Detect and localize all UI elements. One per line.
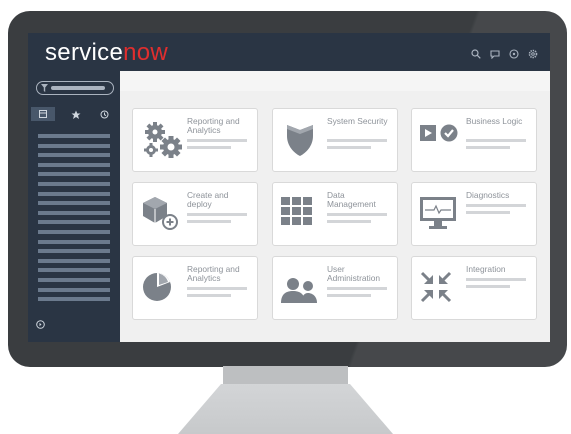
- card-title: Data Management: [327, 190, 376, 209]
- monitor-screen: servicenow Reporting and Analytics Syste…: [28, 33, 550, 342]
- nav-item[interactable]: [38, 143, 110, 148]
- navigator-tabs: [28, 105, 120, 123]
- help-icon[interactable]: [509, 46, 519, 59]
- card-title: Integration: [466, 264, 506, 274]
- card-text-line: [327, 213, 387, 216]
- card-diagnostics[interactable]: Diagnostics: [411, 182, 537, 246]
- card-system-security[interactable]: System Security: [272, 108, 398, 172]
- filter-input-placeholder: [51, 86, 105, 90]
- navigator-list: [38, 134, 110, 307]
- card-reporting-analytics-2[interactable]: Reporting and Analytics: [132, 256, 258, 320]
- nav-item[interactable]: [38, 287, 110, 292]
- card-business-logic[interactable]: Business Logic: [411, 108, 537, 172]
- servicenow-logo[interactable]: servicenow: [45, 39, 168, 67]
- arrows-in-icon: [420, 271, 452, 303]
- monitor-stand-neck: [223, 366, 348, 386]
- pie-chart-icon: [143, 273, 171, 301]
- filter-navigator-input[interactable]: [36, 81, 114, 95]
- history-icon[interactable]: [100, 110, 109, 119]
- expand-icon[interactable]: [36, 320, 45, 329]
- modules-tab[interactable]: [31, 107, 55, 121]
- card-title: Diagnostics: [466, 190, 510, 200]
- card-text-line: [466, 285, 510, 288]
- main-content: Reporting and Analytics System Security …: [120, 71, 550, 342]
- nav-item[interactable]: [38, 201, 110, 206]
- nav-item[interactable]: [38, 229, 110, 234]
- card-text-line: [187, 220, 231, 223]
- nav-item[interactable]: [38, 191, 110, 196]
- grid-icon: [281, 197, 312, 225]
- modules-icon: [39, 110, 47, 118]
- search-icon[interactable]: [471, 46, 481, 59]
- card-text-line: [187, 213, 247, 216]
- chat-icon[interactable]: [490, 46, 500, 60]
- card-reporting-analytics[interactable]: Reporting and Analytics: [132, 108, 258, 172]
- content-header: [120, 71, 550, 91]
- navigator-sidebar: [28, 71, 120, 342]
- nav-item[interactable]: [38, 172, 110, 177]
- nav-item[interactable]: [38, 277, 110, 282]
- card-text-line: [327, 146, 371, 149]
- card-title: System Security: [327, 116, 388, 126]
- card-text-line: [187, 294, 231, 297]
- card-title: Create and deploy: [187, 190, 229, 209]
- nav-item[interactable]: [38, 210, 110, 215]
- nav-item[interactable]: [38, 258, 110, 263]
- card-text-line: [466, 204, 526, 207]
- card-text-line: [187, 146, 231, 149]
- nav-item[interactable]: [38, 134, 110, 138]
- monitor-pulse-icon: [420, 197, 456, 229]
- nav-item[interactable]: [38, 162, 110, 167]
- card-text-line: [327, 287, 387, 290]
- card-text-line: [327, 294, 371, 297]
- card-text-line: [187, 139, 247, 142]
- play-check-icon: [420, 124, 458, 142]
- header-icons: [471, 46, 538, 60]
- card-title: Reporting and Analytics: [187, 264, 240, 283]
- settings-icon[interactable]: [528, 46, 538, 59]
- nav-item[interactable]: [38, 297, 110, 302]
- card-text-line: [466, 211, 510, 214]
- top-bar: servicenow: [28, 33, 550, 71]
- monitor-stand-base: [178, 384, 393, 434]
- card-text-line: [327, 220, 371, 223]
- nav-item[interactable]: [38, 220, 110, 225]
- card-data-management[interactable]: Data Management: [272, 182, 398, 246]
- card-text-line: [327, 139, 387, 142]
- filter-icon: [41, 84, 48, 92]
- nav-item[interactable]: [38, 249, 110, 254]
- card-user-administration[interactable]: User Administration: [272, 256, 398, 320]
- nav-item[interactable]: [38, 181, 110, 186]
- nav-item[interactable]: [38, 153, 110, 158]
- card-title: Reporting and Analytics: [187, 116, 240, 135]
- nav-item[interactable]: [38, 239, 110, 244]
- gears-icon: [144, 122, 182, 158]
- card-text-line: [466, 146, 510, 149]
- nav-item[interactable]: [38, 268, 110, 273]
- card-create-deploy[interactable]: Create and deploy: [132, 182, 258, 246]
- card-text-line: [466, 139, 526, 142]
- card-integration[interactable]: Integration: [411, 256, 537, 320]
- star-icon[interactable]: [71, 110, 81, 120]
- card-title: Business Logic: [466, 116, 523, 126]
- card-text-line: [187, 287, 247, 290]
- cube-add-icon: [143, 197, 178, 230]
- users-icon: [281, 278, 317, 303]
- card-text-line: [466, 278, 526, 281]
- card-title: User Administration: [327, 264, 381, 283]
- shield-icon: [287, 125, 313, 156]
